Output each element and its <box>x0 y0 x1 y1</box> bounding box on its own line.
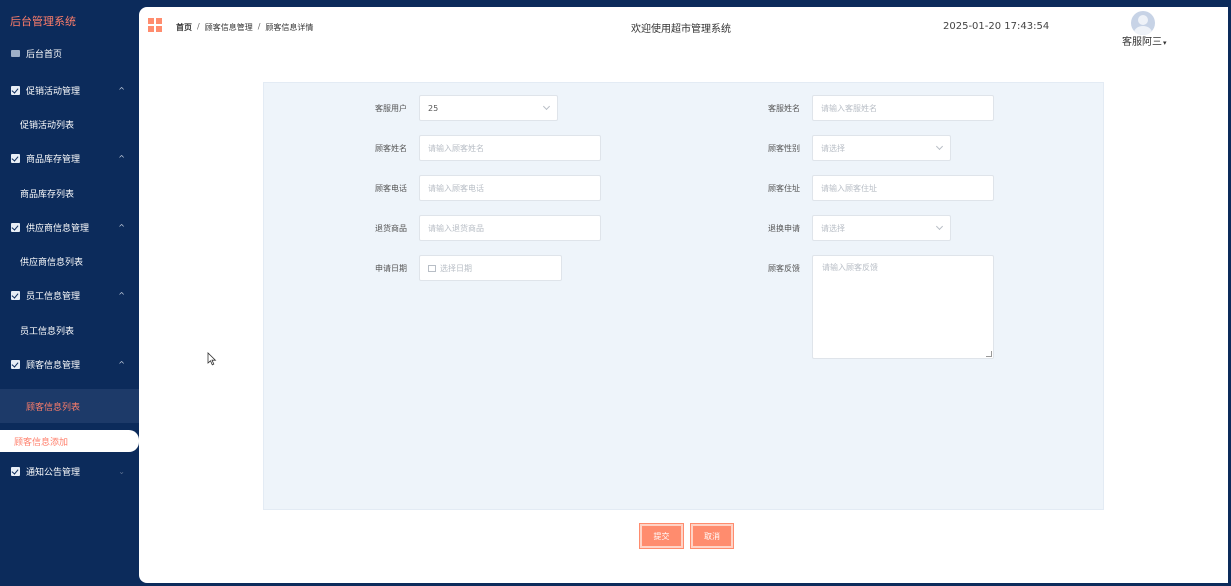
placeholder: 请输入顾客反馈 <box>822 263 878 272</box>
label-customer-gender: 顾客性别 <box>768 144 800 153</box>
mouse-cursor-icon <box>207 352 217 366</box>
label-return-goods: 退货商品 <box>375 224 407 233</box>
sidebar-item-staff-list[interactable]: 员工信息列表 <box>0 313 139 347</box>
sidebar-group-label: 员工信息管理 <box>26 291 81 302</box>
label-customer-address: 顾客住址 <box>768 184 800 193</box>
sidebar-item-label: 供应商信息列表 <box>20 257 84 268</box>
label-apply-date: 申请日期 <box>375 264 407 273</box>
chevron-up-icon: ^ <box>118 85 125 95</box>
apply-date-picker[interactable]: 选择日期 <box>419 255 562 281</box>
user-menu[interactable]: 客服阿三▾ <box>1122 33 1167 48</box>
sidebar-item-label: 后台首页 <box>26 49 63 60</box>
checkbox-icon <box>11 153 20 163</box>
main-panel: 首页 / 顾客信息管理 / 顾客信息详情 欢迎使用超市管理系统 2025-01-… <box>139 7 1228 583</box>
customer-gender-select[interactable]: 请选择 <box>812 135 951 161</box>
sidebar-group-stock[interactable]: 商品库存管理 ^ <box>0 141 139 175</box>
chevron-up-icon: ^ <box>118 359 125 369</box>
chevron-down-icon <box>935 142 944 151</box>
sidebar-group-label: 供应商信息管理 <box>26 223 90 234</box>
chevron-up-icon: ^ <box>118 222 125 232</box>
service-user-select[interactable]: 25 <box>419 95 558 121</box>
checkbox-icon <box>11 466 20 476</box>
sidebar-item-home[interactable]: 后台首页 <box>0 36 139 70</box>
placeholder: 请选择 <box>821 223 845 233</box>
checkbox-icon <box>11 222 20 232</box>
monitor-icon <box>11 49 20 57</box>
placeholder: 请输入顾客住址 <box>821 183 877 193</box>
label-service-user: 客服用户 <box>375 104 407 113</box>
menu-grid-icon[interactable] <box>148 18 162 32</box>
placeholder: 请输入顾客姓名 <box>428 143 484 153</box>
sidebar-item-label: 促销活动列表 <box>20 120 75 131</box>
label-exchange-request: 退换申请 <box>768 224 800 233</box>
service-name-input[interactable]: 请输入客服姓名 <box>812 95 994 121</box>
form-panel: 客服用户 25 顾客姓名 请输入顾客姓名 顾客电话 请输入顾客电话 退货商品 请… <box>263 82 1104 510</box>
sidebar-item-label: 商品库存列表 <box>20 189 75 200</box>
breadcrumb-separator: / <box>197 22 200 31</box>
customer-phone-input[interactable]: 请输入顾客电话 <box>419 175 601 201</box>
breadcrumb: 首页 / 顾客信息管理 / 顾客信息详情 <box>176 22 313 33</box>
sidebar-group-label: 促销活动管理 <box>26 86 81 97</box>
caret-down-icon: ▾ <box>1163 39 1167 47</box>
label-feedback: 顾客反馈 <box>768 264 800 273</box>
user-name: 客服阿三 <box>1122 37 1162 48</box>
placeholder: 请输入顾客电话 <box>428 183 484 193</box>
return-goods-input[interactable]: 请输入退货商品 <box>419 215 601 241</box>
datetime: 2025-01-20 17:43:54 <box>943 21 1050 32</box>
sidebar-group-notice[interactable]: 通知公告管理 ⌄ <box>0 454 139 488</box>
label-customer-name: 顾客姓名 <box>375 144 407 153</box>
checkbox-icon <box>11 290 20 300</box>
sidebar: 后台管理系统 后台首页 促销活动管理 ^ 促销活动列表 商品库存管理 ^ 商品库… <box>0 0 139 586</box>
sidebar-group-customer[interactable]: 顾客信息管理 ^ <box>0 347 139 381</box>
chevron-down-icon <box>542 102 551 111</box>
breadcrumb-separator: / <box>257 22 261 31</box>
placeholder: 请输入客服姓名 <box>821 103 877 113</box>
calendar-icon <box>428 264 436 272</box>
customer-name-input[interactable]: 请输入顾客姓名 <box>419 135 601 161</box>
chevron-down-icon <box>935 222 944 231</box>
chevron-down-icon: ⌄ <box>118 466 125 476</box>
avatar[interactable] <box>1131 11 1155 35</box>
welcome-text: 欢迎使用超市管理系统 <box>631 24 731 35</box>
sidebar-group-label: 顾客信息管理 <box>26 360 81 371</box>
sidebar-item-customer-list[interactable]: 顾客信息列表 <box>0 389 139 423</box>
label-customer-phone: 顾客电话 <box>375 184 407 193</box>
sidebar-item-stock-list[interactable]: 商品库存列表 <box>0 176 139 210</box>
label-service-name: 客服姓名 <box>768 104 800 113</box>
breadcrumb-item: 顾客信息详情 <box>265 23 314 32</box>
sidebar-item-promotion-list[interactable]: 促销活动列表 <box>0 107 139 141</box>
placeholder: 选择日期 <box>440 263 472 273</box>
sidebar-group-label: 通知公告管理 <box>26 467 81 478</box>
sidebar-item-supplier-list[interactable]: 供应商信息列表 <box>0 244 139 278</box>
resize-handle-icon[interactable] <box>986 351 992 357</box>
chevron-up-icon: ^ <box>118 153 125 163</box>
sidebar-group-label: 商品库存管理 <box>26 154 81 165</box>
breadcrumb-item: 顾客信息管理 <box>204 23 253 32</box>
sidebar-group-supplier[interactable]: 供应商信息管理 ^ <box>0 210 139 244</box>
sidebar-item-label: 顾客信息添加 <box>14 437 69 448</box>
chevron-up-icon: ^ <box>118 290 125 300</box>
cancel-button[interactable]: 取消 <box>691 524 733 548</box>
sidebar-group-promotion[interactable]: 促销活动管理 ^ <box>0 73 139 107</box>
placeholder: 请输入退货商品 <box>428 223 484 233</box>
sidebar-item-label: 顾客信息列表 <box>26 402 81 413</box>
placeholder: 请选择 <box>821 143 845 153</box>
sidebar-item-customer-add[interactable]: 顾客信息添加 <box>0 430 139 452</box>
select-value: 25 <box>428 103 439 113</box>
sidebar-item-label: 员工信息列表 <box>20 326 75 337</box>
brand-title: 后台管理系统 <box>10 15 76 28</box>
checkbox-icon <box>11 359 20 369</box>
customer-address-input[interactable]: 请输入顾客住址 <box>812 175 994 201</box>
submit-button[interactable]: 提交 <box>640 524 683 548</box>
checkbox-icon <box>11 85 20 95</box>
sidebar-group-staff[interactable]: 员工信息管理 ^ <box>0 278 139 312</box>
breadcrumb-home[interactable]: 首页 <box>176 22 192 33</box>
top-bar: 首页 / 顾客信息管理 / 顾客信息详情 欢迎使用超市管理系统 2025-01-… <box>139 7 1228 48</box>
exchange-request-select[interactable]: 请选择 <box>812 215 951 241</box>
feedback-textarea[interactable]: 请输入顾客反馈 <box>812 255 994 359</box>
